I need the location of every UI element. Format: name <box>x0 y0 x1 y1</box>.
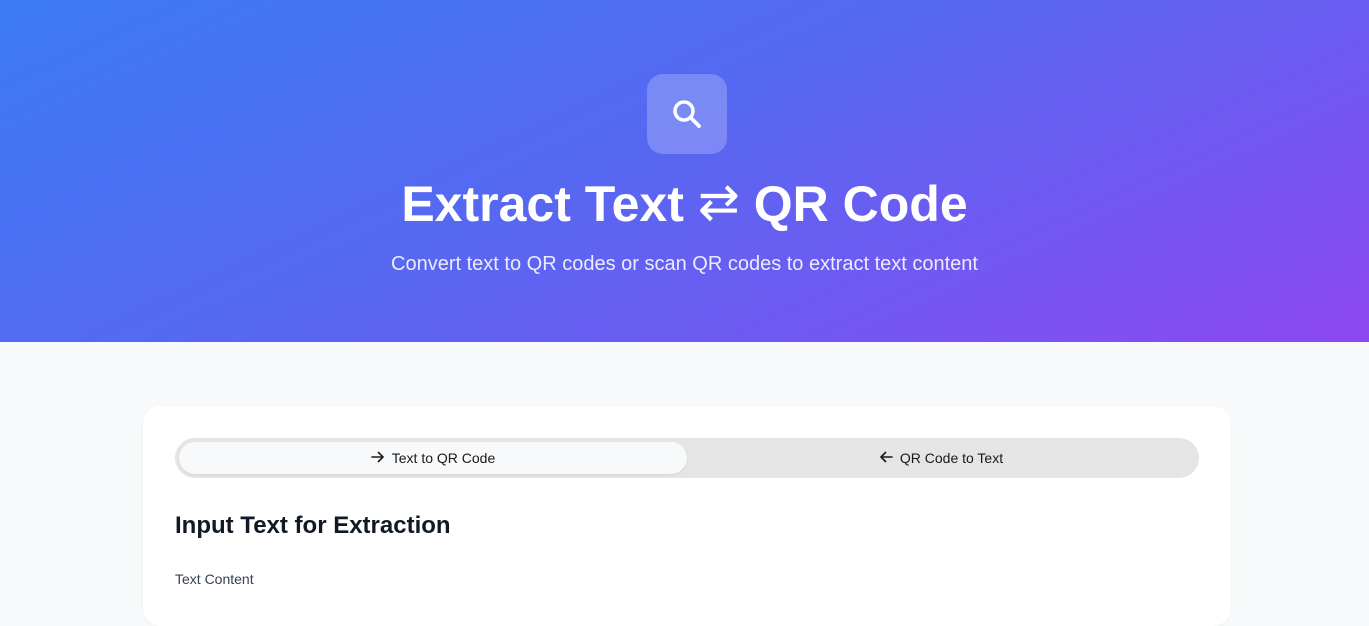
tab-text-to-qr-label: Text to QR Code <box>391 450 496 466</box>
swap-arrows-icon: ⇄ <box>697 174 740 230</box>
tab-qr-to-text-label: QR Code to Text <box>899 450 1004 466</box>
hero-icon-container <box>647 74 727 154</box>
section-title: Input Text for Extraction <box>175 512 451 539</box>
mode-tabs: Text to QR Code QR Code to Text <box>175 438 1199 478</box>
main-card: Text to QR Code QR Code to Text Input Te… <box>143 406 1231 626</box>
title-left: Extract Text <box>401 176 684 232</box>
arrow-left-icon <box>879 450 893 467</box>
tab-qr-to-text[interactable]: QR Code to Text <box>687 442 1195 474</box>
search-icon <box>673 100 701 128</box>
arrow-right-icon <box>370 450 385 467</box>
title-right: QR Code <box>753 176 968 232</box>
page-subtitle: Convert text to QR codes or scan QR code… <box>391 253 978 275</box>
tab-text-to-qr[interactable]: Text to QR Code <box>179 442 687 474</box>
page-title: Extract Text ⇄ QR Code <box>0 170 1369 236</box>
text-content-label: Text Content <box>175 571 254 587</box>
hero-banner: Extract Text ⇄ QR Code Convert text to QR … <box>0 0 1369 342</box>
